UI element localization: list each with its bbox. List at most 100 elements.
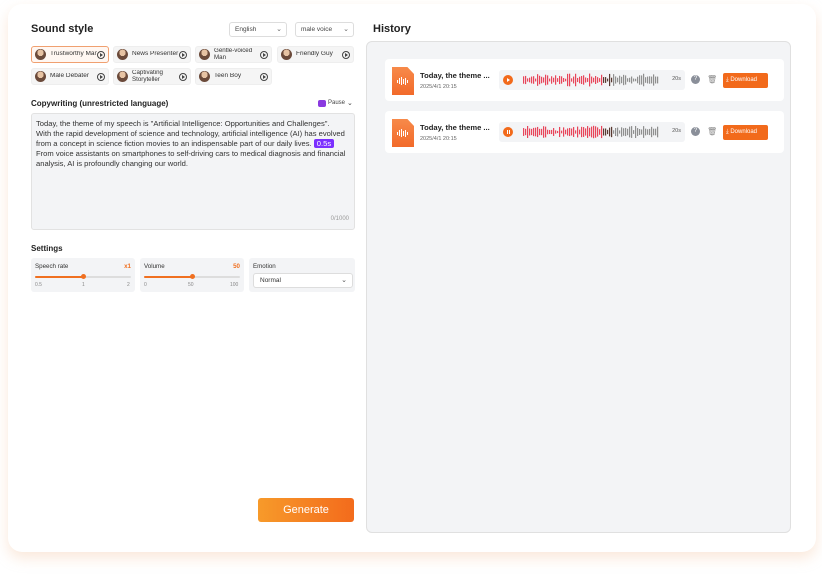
avatar bbox=[117, 49, 128, 60]
avatar bbox=[35, 49, 46, 60]
waveform-bar bbox=[525, 75, 527, 85]
waveform-bar bbox=[655, 128, 657, 136]
waveform-bar bbox=[529, 77, 531, 83]
help-icon[interactable]: ? bbox=[691, 75, 700, 84]
voice-label: Captivating Storyteller bbox=[132, 70, 163, 83]
waveform-bar bbox=[557, 78, 559, 82]
waveform-bar bbox=[633, 78, 635, 82]
tick-label: 0.5 bbox=[35, 282, 42, 288]
play-icon[interactable] bbox=[97, 72, 105, 81]
avatar bbox=[199, 49, 210, 60]
voice-option-captivating-storyteller[interactable]: Captivating Storyteller bbox=[113, 68, 191, 85]
waveform-bar bbox=[535, 78, 537, 82]
volume-slider[interactable] bbox=[144, 274, 240, 279]
waveform-bar bbox=[569, 73, 571, 87]
waveform[interactable] bbox=[523, 124, 663, 140]
play-icon[interactable] bbox=[260, 50, 268, 59]
waveform-bar bbox=[531, 76, 533, 84]
waveform-bar bbox=[577, 77, 579, 83]
trash-icon[interactable]: 🗑 bbox=[707, 75, 717, 84]
waveform-bar bbox=[583, 75, 585, 85]
trash-icon[interactable]: 🗑 bbox=[707, 127, 717, 136]
waveform-bar bbox=[581, 75, 583, 85]
history-item-date: 2025/4/1 20:15 bbox=[420, 136, 457, 142]
slider-handle[interactable] bbox=[189, 274, 195, 279]
waveform-bar bbox=[567, 128, 569, 136]
waveform-bar bbox=[559, 126, 561, 138]
waveform-bar bbox=[557, 130, 559, 134]
waveform-bar bbox=[565, 129, 567, 135]
emotion-value: Normal bbox=[260, 277, 281, 284]
download-button[interactable]: ⤓ Download bbox=[723, 73, 768, 88]
copywriting-textarea[interactable]: Today, the theme of my speech is "Artifi… bbox=[31, 113, 355, 230]
play-icon[interactable] bbox=[260, 72, 268, 81]
history-title: History bbox=[373, 23, 411, 35]
voice-option-gentle-voiced-man[interactable]: Gentle-voiced Man bbox=[195, 46, 272, 63]
play-icon[interactable] bbox=[342, 50, 350, 59]
pause-tag[interactable]: 0.5s bbox=[313, 139, 335, 148]
play-icon[interactable] bbox=[179, 50, 187, 59]
waveform-bar bbox=[615, 76, 617, 84]
play-icon[interactable] bbox=[97, 50, 105, 59]
waveform-bar bbox=[619, 75, 621, 85]
history-item[interactable]: Today, the theme ... 2025/4/1 20:15 20s … bbox=[385, 111, 784, 153]
volume-label: Volume bbox=[144, 263, 165, 270]
voice-type-select[interactable]: male voice ⌄ bbox=[295, 22, 354, 37]
waveform-bar bbox=[527, 78, 529, 82]
waveform[interactable] bbox=[523, 72, 663, 88]
waveform-bar bbox=[625, 75, 627, 85]
speech-rate-slider[interactable] bbox=[35, 274, 131, 279]
play-icon[interactable] bbox=[179, 72, 187, 81]
voice-option-teen-boy[interactable]: Teen Boy bbox=[195, 68, 272, 85]
waveform-bar bbox=[535, 127, 537, 137]
waveform-bar bbox=[573, 127, 575, 137]
emotion-setting: Emotion Normal ⌄ bbox=[249, 258, 355, 292]
waveform-bar bbox=[597, 127, 599, 137]
waveform-bar bbox=[581, 126, 583, 138]
waveform-bar bbox=[641, 75, 643, 85]
voice-option-friendly-guy[interactable]: Friendly Guy bbox=[277, 46, 354, 63]
voice-option-male-debater[interactable]: Male Debater bbox=[31, 68, 109, 85]
audio-file-icon bbox=[392, 67, 414, 95]
language-select[interactable]: English ⌄ bbox=[229, 22, 287, 37]
tick-label: 100 bbox=[230, 282, 239, 288]
waveform-bar bbox=[639, 75, 641, 85]
speech-rate-label: Speech rate bbox=[35, 263, 69, 270]
waveform-bar bbox=[657, 126, 659, 138]
waveform-bar bbox=[539, 75, 541, 85]
tick-label: 50 bbox=[188, 282, 194, 288]
waveform-bar bbox=[579, 129, 581, 135]
tick-label: 0 bbox=[144, 282, 147, 288]
waveform-bar bbox=[571, 78, 573, 82]
waveform-bar bbox=[605, 128, 607, 136]
emotion-select[interactable]: Normal ⌄ bbox=[253, 273, 353, 288]
voice-option-trustworthy-man[interactable]: Trustworthy Man bbox=[31, 46, 109, 63]
waveform-bar bbox=[529, 128, 531, 136]
waveform-bar bbox=[553, 128, 555, 136]
waveform-bar bbox=[563, 127, 565, 137]
waveform-bar bbox=[627, 78, 629, 82]
help-icon[interactable]: ? bbox=[691, 127, 700, 136]
waveform-bar bbox=[533, 127, 535, 137]
generate-button[interactable]: Generate bbox=[258, 498, 354, 522]
waveform-bar bbox=[589, 127, 591, 137]
voice-option-news-presenter[interactable]: News Presenter bbox=[113, 46, 191, 63]
waveform-bar bbox=[543, 126, 545, 138]
waveform-bar bbox=[547, 75, 549, 85]
download-button[interactable]: ⤓ Download bbox=[723, 125, 768, 140]
pause-insert-button[interactable]: Pause ⌄ bbox=[318, 99, 353, 107]
waveform-bar bbox=[633, 130, 635, 134]
avatar bbox=[117, 71, 128, 82]
pause-icon[interactable] bbox=[503, 127, 513, 137]
waveform-bar bbox=[587, 126, 589, 138]
waveform-bar bbox=[601, 125, 603, 139]
slider-handle[interactable] bbox=[80, 274, 86, 279]
waveform-bar bbox=[527, 125, 529, 139]
waveform-bar bbox=[579, 76, 581, 84]
history-item[interactable]: Today, the theme ... 2025/4/1 20:15 20s … bbox=[385, 59, 784, 101]
waveform-bar bbox=[561, 130, 563, 134]
waveform-bar bbox=[549, 78, 551, 82]
voice-label: Teen Boy bbox=[214, 73, 242, 80]
waveform-bar bbox=[541, 76, 543, 84]
play-icon[interactable] bbox=[503, 75, 513, 85]
